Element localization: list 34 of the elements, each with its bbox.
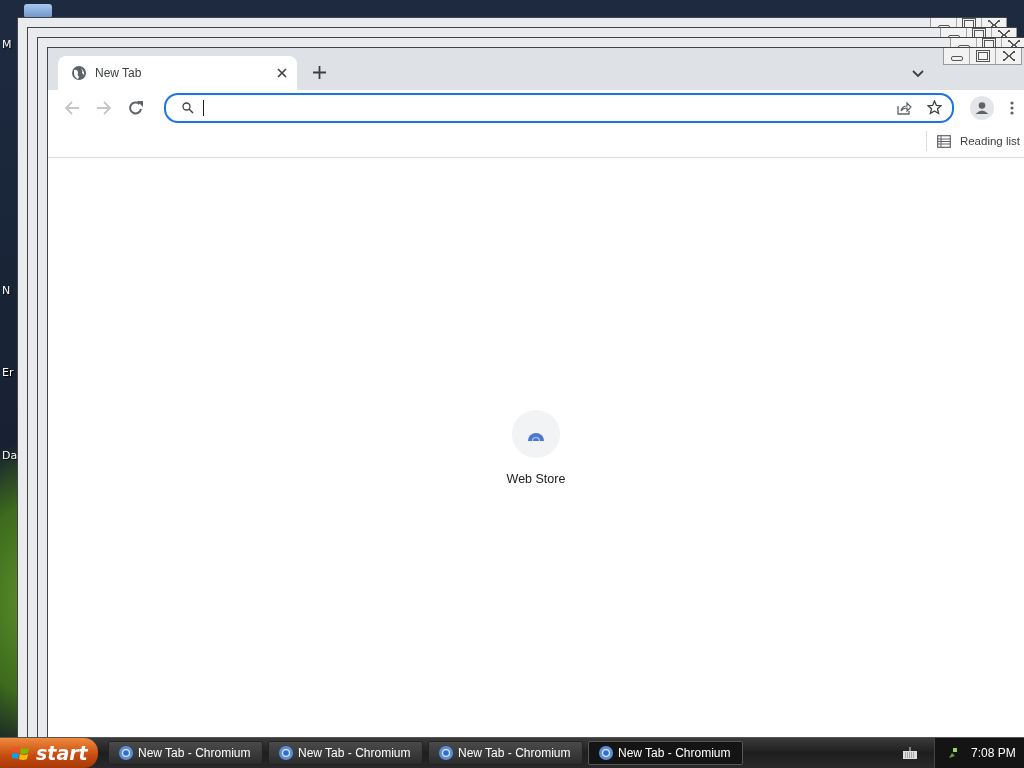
desktop-icon-label[interactable]: N	[2, 284, 11, 297]
address-bar[interactable]	[164, 92, 954, 123]
search-icon	[182, 101, 194, 114]
desktop-icon-label[interactable]: M	[2, 38, 12, 51]
shortcut-tile[interactable]: Web Store	[506, 410, 566, 490]
new-tab-icon[interactable]	[313, 66, 326, 79]
flag-icon	[12, 744, 30, 762]
web-store-icon	[512, 410, 560, 458]
globe-icon	[71, 65, 87, 81]
menu-icon[interactable]	[1010, 100, 1014, 115]
taskbar-button[interactable]: New Tab - Chromium	[108, 741, 263, 765]
reload-icon[interactable]	[128, 99, 144, 116]
taskbar-button[interactable]: New Tab - Chromium	[268, 741, 423, 765]
chromium-icon	[119, 746, 133, 760]
taskbar-button[interactable]: New Tab - Chromium	[588, 741, 743, 765]
taskbar-button[interactable]: New Tab - Chromium	[428, 741, 583, 765]
clock: 7:08 PM	[971, 746, 1016, 760]
chromium-icon	[279, 746, 293, 760]
computer-icon[interactable]	[24, 4, 52, 18]
start-button[interactable]: start	[0, 738, 98, 768]
desktop-icon-label[interactable]: Er	[2, 366, 14, 379]
desktop-icon-label[interactable]: Da	[2, 449, 18, 462]
keyboard-icon[interactable]	[903, 747, 917, 759]
chromium-icon	[439, 746, 453, 760]
chevron-down-icon[interactable]	[912, 70, 924, 78]
chromium-icon	[599, 746, 613, 760]
list-icon	[936, 134, 951, 148]
star-icon[interactable]	[927, 100, 942, 115]
profile-icon[interactable]	[970, 95, 994, 120]
close-icon[interactable]	[277, 68, 287, 78]
share-icon[interactable]	[897, 100, 912, 115]
tab-title: New Tab	[95, 66, 143, 80]
reading-list-button[interactable]: Reading list	[936, 134, 1024, 148]
browser-tab[interactable]: New Tab	[58, 56, 297, 90]
